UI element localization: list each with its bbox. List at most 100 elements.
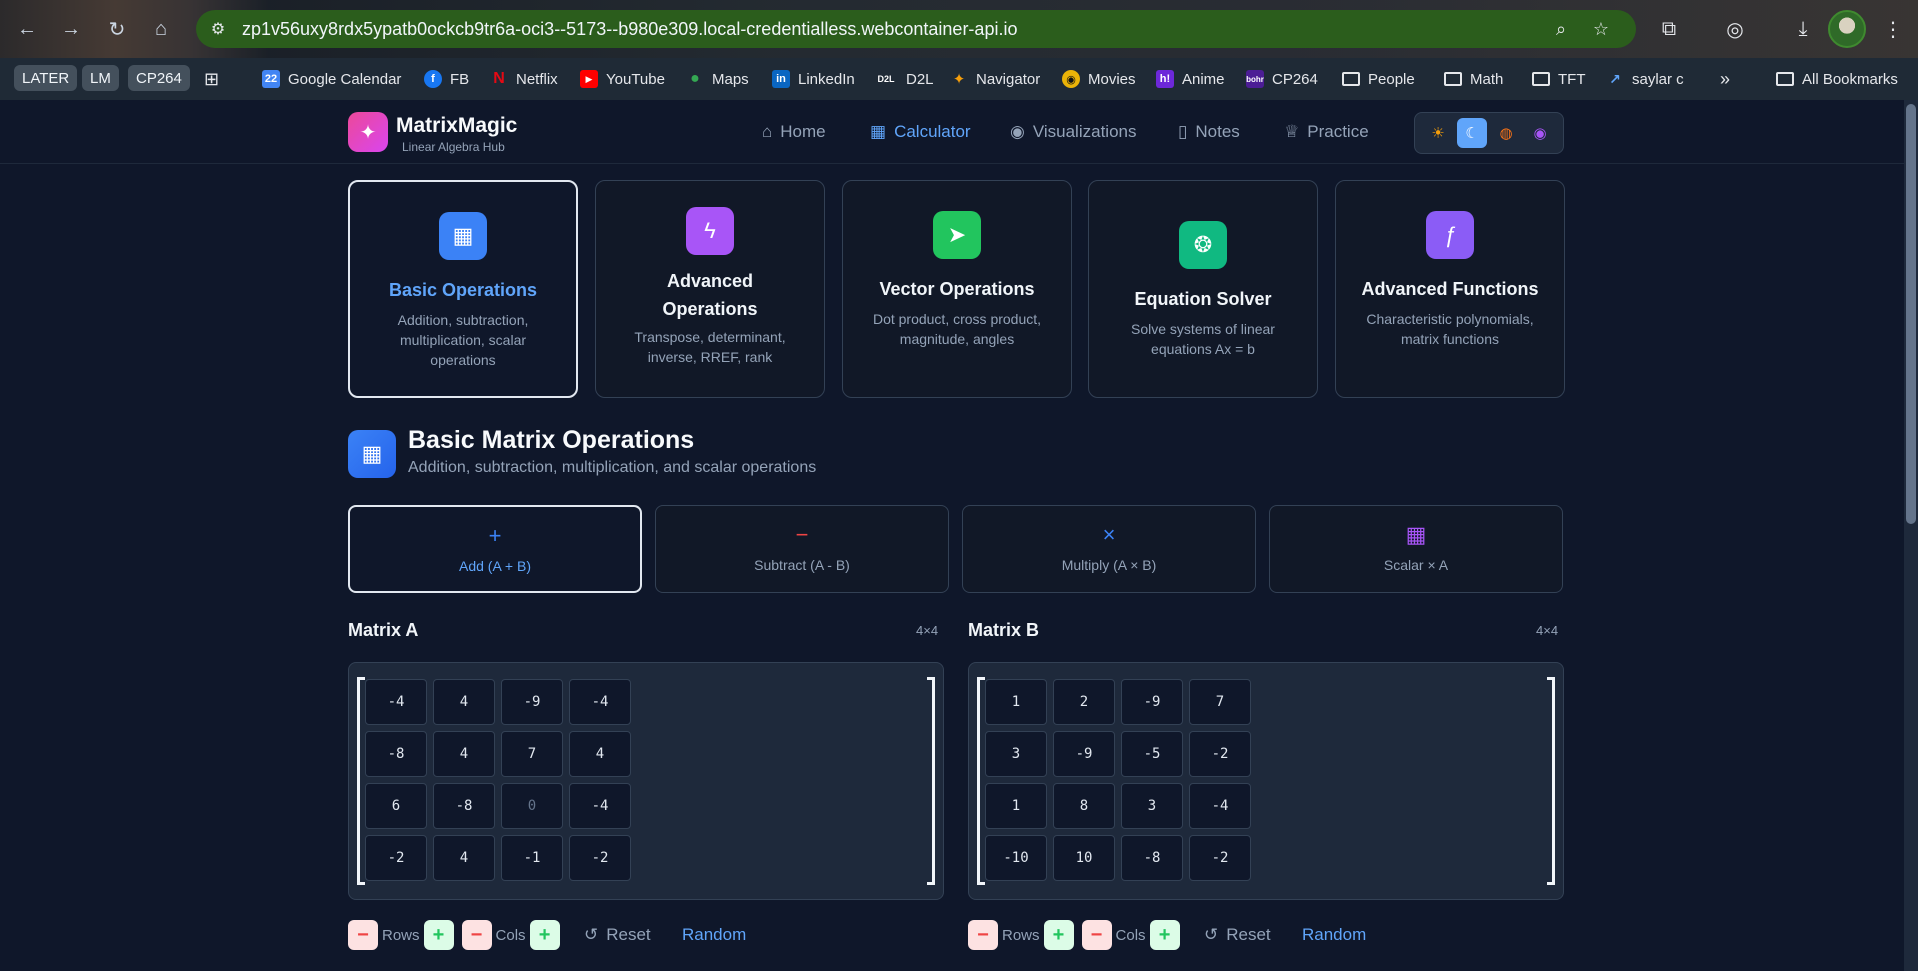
matrix-cell-input[interactable]: -9	[1121, 679, 1183, 725]
bookmark-chip-cp264[interactable]: CP264	[128, 65, 190, 91]
matrix-cell-input[interactable]: 4	[569, 731, 631, 777]
nav-home[interactable]: ⌂ Home	[762, 122, 826, 142]
forward-icon[interactable]: →	[56, 14, 86, 44]
matrix-cell-input[interactable]: 8	[1053, 783, 1115, 829]
matrix-cell-input[interactable]: 1	[985, 679, 1047, 725]
sun-icon[interactable]: ☀	[1423, 118, 1453, 148]
matrix-cell-input[interactable]: 3	[985, 731, 1047, 777]
more-bookmarks-icon[interactable]: »	[1720, 58, 1730, 100]
nav-visualizations[interactable]: ◉ Visualizations	[1010, 122, 1136, 142]
add-row-button[interactable]: +	[423, 920, 454, 950]
moon-icon[interactable]: ☾	[1457, 118, 1487, 148]
bookmark-d2l[interactable]: D2L D2L	[874, 58, 933, 100]
nav-calculator[interactable]: ▦ Calculator	[870, 122, 971, 142]
matrix-cell-input[interactable]: 7	[501, 731, 563, 777]
subtract-button[interactable]: − Subtract (A - B)	[655, 505, 949, 593]
multiply-button[interactable]: × Multiply (A × B)	[962, 505, 1256, 593]
extensions-icon[interactable]: ⧉	[1654, 14, 1684, 44]
matrix-cell-input[interactable]: -8	[1121, 835, 1183, 881]
bookmark-navigator[interactable]: ✦ Navigator	[950, 58, 1041, 100]
url-text[interactable]: zp1v56uxy8rdx5ypatb0ockcb9tr6a-oci3--517…	[242, 19, 1017, 40]
matrix-cell-input[interactable]: -1	[501, 835, 563, 881]
matrix-cell-input[interactable]: -2	[569, 835, 631, 881]
bookmark-chip-later[interactable]: LATER	[14, 65, 78, 91]
matrix-cell-input[interactable]: -9	[501, 679, 563, 725]
bookmark-chip-lm[interactable]: LM	[82, 65, 119, 91]
star-icon[interactable]: ☆	[1588, 16, 1614, 42]
profile-avatar[interactable]	[1828, 10, 1866, 48]
matrix-cell-input[interactable]: 3	[1121, 783, 1183, 829]
site-info-icon[interactable]: ⚙	[204, 15, 232, 43]
add-col-button[interactable]: +	[529, 920, 560, 950]
bookmark-anime[interactable]: h! Anime	[1156, 58, 1225, 100]
zoom-search-icon[interactable]: ⌕	[1548, 16, 1574, 42]
matrix-cell-input[interactable]: -4	[569, 783, 631, 829]
matrix-cell-input[interactable]: 4	[433, 731, 495, 777]
reset-button[interactable]: ↺ Reset	[1204, 920, 1271, 950]
bookmark-netflix[interactable]: N Netflix	[490, 58, 557, 100]
matrix-cell-input[interactable]: -8	[433, 783, 495, 829]
all-bookmarks[interactable]: All Bookmarks	[1776, 58, 1898, 100]
category-vector-operations[interactable]: ➤ Vector Operations Dot product, cross p…	[842, 180, 1072, 398]
bookmark-saylar[interactable]: ↗ saylar c	[1606, 58, 1684, 100]
remove-row-button[interactable]: −	[348, 920, 378, 950]
app-title[interactable]: MatrixMagic	[396, 114, 517, 138]
remove-row-button[interactable]: −	[968, 920, 998, 950]
remove-col-button[interactable]: −	[461, 920, 492, 950]
download-icon[interactable]: ⤓	[1788, 14, 1818, 44]
category-equation-solver[interactable]: ❂ Equation Solver Solve systems of linea…	[1088, 180, 1318, 398]
matrix-cell-input[interactable]: 10	[1053, 835, 1115, 881]
bookmark-folder-math[interactable]: Math	[1444, 58, 1503, 100]
matrix-cell-input[interactable]: -4	[365, 679, 427, 725]
matrix-cell-input[interactable]: -9	[1053, 731, 1115, 777]
matrix-cell-input[interactable]: 0	[501, 783, 563, 829]
reset-button[interactable]: ↺ Reset	[584, 920, 651, 950]
nav-notes[interactable]: ▯ Notes	[1178, 122, 1240, 142]
random-button[interactable]: Random	[682, 920, 746, 950]
remove-col-button[interactable]: −	[1081, 920, 1112, 950]
palette-icon[interactable]: ◍	[1491, 118, 1521, 148]
random-button[interactable]: Random	[1302, 920, 1366, 950]
matrix-cell-input[interactable]: -10	[985, 835, 1047, 881]
add-row-button[interactable]: +	[1043, 920, 1074, 950]
add-button[interactable]: + Add (A + B)	[348, 505, 642, 593]
matrix-cell-input[interactable]: -2	[1189, 835, 1251, 881]
nav-practice[interactable]: ♕ Practice	[1284, 122, 1369, 142]
bookmark-maps[interactable]: ● Maps	[686, 58, 749, 100]
category-basic-operations[interactable]: ▦ Basic Operations Addition, subtraction…	[348, 180, 578, 398]
matrix-cell-input[interactable]: -4	[1189, 783, 1251, 829]
scalar-button[interactable]: ▦ Scalar × A	[1269, 505, 1563, 593]
address-bar[interactable]: ⚙ zp1v56uxy8rdx5ypatb0ockcb9tr6a-oci3--5…	[196, 10, 1636, 48]
bookmark-fb[interactable]: f FB	[424, 58, 469, 100]
bookmark-folder-tft[interactable]: TFT	[1532, 58, 1586, 100]
matrix-cell-input[interactable]: -2	[1189, 731, 1251, 777]
category-advanced-operations[interactable]: ϟ Advanced Operations Transpose, determi…	[595, 180, 825, 398]
back-icon[interactable]: ←	[12, 14, 42, 44]
menu-kebab-icon[interactable]: ⋮	[1878, 14, 1908, 44]
bookmark-cp264[interactable]: bohr CP264	[1246, 58, 1318, 100]
matrix-cell-input[interactable]: -8	[365, 731, 427, 777]
sparkles-icon[interactable]: ✦	[348, 112, 388, 152]
matrix-cell-input[interactable]: -4	[569, 679, 631, 725]
matrix-cell-input[interactable]: 7	[1189, 679, 1251, 725]
matrix-cell-input[interactable]: 4	[433, 679, 495, 725]
bookmark-movies[interactable]: ◉ Movies	[1062, 58, 1136, 100]
matrix-cell-input[interactable]: -5	[1121, 731, 1183, 777]
page-scrollbar-thumb[interactable]	[1906, 104, 1916, 524]
matrix-cell-input[interactable]: 4	[433, 835, 495, 881]
bookmark-youtube[interactable]: ▶ YouTube	[580, 58, 665, 100]
bookmark-folder-people[interactable]: People	[1342, 58, 1415, 100]
apps-grid-icon[interactable]: ⊞	[204, 58, 219, 100]
matrix-cell-input[interactable]: -2	[365, 835, 427, 881]
add-col-button[interactable]: +	[1149, 920, 1180, 950]
matrix-cell-input[interactable]: 1	[985, 783, 1047, 829]
matrix-cell-input[interactable]: 6	[365, 783, 427, 829]
bookmark-linkedin[interactable]: in LinkedIn	[772, 58, 855, 100]
eye-icon[interactable]: ◉	[1525, 118, 1555, 148]
incognito-icon[interactable]: ◎	[1720, 14, 1750, 44]
bookmark-google-calendar[interactable]: 22 Google Calendar	[262, 58, 401, 100]
reload-icon[interactable]: ↻	[102, 14, 132, 44]
home-icon[interactable]: ⌂	[146, 14, 176, 44]
matrix-cell-input[interactable]: 2	[1053, 679, 1115, 725]
category-advanced-functions[interactable]: ƒ Advanced Functions Characteristic poly…	[1335, 180, 1565, 398]
